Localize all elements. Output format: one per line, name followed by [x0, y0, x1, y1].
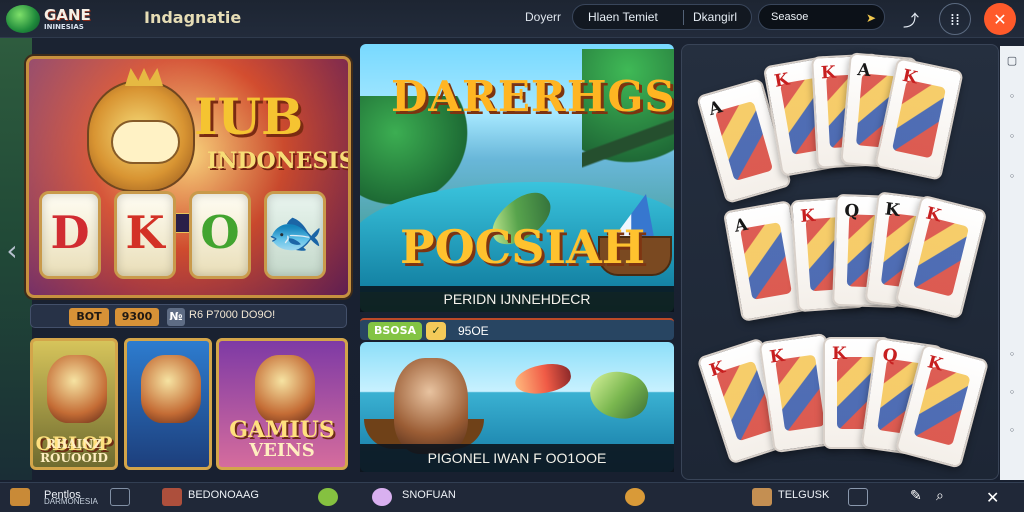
right-mini-sidebar: ▢ ◦ ◦ ◦ ◦ ◦ ◦: [1000, 46, 1024, 480]
profile-icon: [372, 488, 392, 506]
card-label: K: [925, 352, 945, 376]
reel-k-symbol: K: [125, 206, 165, 259]
nav-separator: [683, 10, 684, 25]
logo-badge-icon: [6, 5, 40, 33]
logo-title: GANE: [44, 6, 91, 24]
card-label: K: [768, 345, 786, 368]
previous-arrow-button[interactable]: ‹: [3, 230, 21, 270]
search-value[interactable]: Seasoe: [771, 11, 808, 23]
top-navigation-bar: GANE ININESIAS Indagnatie Doyerr Hlaen T…: [0, 0, 1024, 38]
stat-chip-2: 9300: [115, 308, 159, 326]
square-icon[interactable]: [110, 488, 130, 506]
game-tile-2[interactable]: [124, 338, 212, 470]
slot-stats-bar: BOT 9300 № R6 P7000 DO9O!: [30, 304, 347, 328]
square-icon[interactable]: [848, 488, 868, 506]
sidebar-item-icon[interactable]: ◦: [1005, 90, 1019, 104]
top-link[interactable]: Doyerr: [525, 10, 561, 24]
center-banner-subtitle: POCSIAH: [400, 220, 646, 274]
fish-symbol-icon: 🐟: [267, 206, 324, 259]
game-tile-3[interactable]: GAMIUS VEINS: [216, 338, 348, 470]
more-options-button[interactable]: ⁞⁞: [939, 3, 971, 35]
game-icon: [162, 488, 182, 506]
bottom-item-3[interactable]: SNOFUAN: [402, 489, 456, 501]
brand-text: Indagnatie: [144, 8, 242, 27]
center-banner-title: DARERHGSA: [391, 72, 674, 121]
card-label: K: [707, 357, 728, 382]
game-info-bar: BSOSA ✓ 95OE: [360, 318, 674, 340]
share-button[interactable]: ⤴: [895, 3, 927, 35]
reel-fish: 🐟: [264, 191, 326, 279]
bird-mascot-illustration: [87, 80, 195, 192]
card-label: A: [706, 97, 725, 121]
tile-3-subtitle: VEINS: [249, 440, 315, 461]
reel-d: D: [39, 191, 101, 279]
navigation-pill[interactable]: Hlaen Temiet Dkangirl: [572, 4, 752, 30]
share-icon: ⤴: [902, 11, 919, 30]
fishing-caption: PIGONEL IWAN F OO1OOE: [360, 444, 674, 472]
reel-k: K: [114, 191, 176, 279]
character-avatar-icon: [141, 355, 201, 423]
tile-1-subtitle: RHAINZ ROUOOID: [40, 437, 108, 465]
fisherman-illustration: [394, 358, 468, 454]
close-button[interactable]: ✕: [984, 3, 1016, 35]
center-banner-caption: PERIDN IJNNEHDECR: [360, 286, 674, 312]
info-pill-left: BSOSA: [368, 322, 422, 340]
bottom-toolbar: Pentlos DARMONESIA BEDONOAAG SNOFUAN TEL…: [0, 482, 1024, 512]
card-label: K: [799, 205, 816, 227]
sidebar-item-icon[interactable]: ◦: [1005, 386, 1019, 400]
character-avatar-icon: [47, 355, 107, 423]
card-label: A: [732, 214, 750, 237]
card-label: K: [772, 69, 791, 92]
sidebar-top-icon[interactable]: ▢: [1005, 54, 1019, 68]
search-icon[interactable]: ⌕: [936, 488, 956, 506]
card-label: K: [923, 203, 943, 227]
chevron-left-icon: ‹: [6, 233, 18, 267]
chest-icon: [752, 488, 772, 506]
dots-grid-icon: ⁞⁞: [949, 9, 961, 29]
gold-icon: [625, 488, 645, 506]
green-fish-illustration: [586, 367, 652, 423]
card-label: K: [832, 344, 847, 364]
stat-metric: R6 P7000 DO9O!: [189, 309, 276, 321]
stat-chip-1: BOT: [69, 308, 109, 326]
card-label: Q: [844, 201, 860, 222]
card-label: K: [900, 65, 920, 89]
search-field[interactable]: Seasoe ➤: [758, 4, 885, 30]
cards-panel[interactable]: A K K A K A K Q K K K K K Q K: [681, 44, 999, 480]
stat-chip-3: №: [167, 308, 185, 326]
sidebar-item-icon[interactable]: ◦: [1005, 130, 1019, 144]
fishing-banner[interactable]: DARERHGSA POCSIAH: [360, 44, 674, 312]
sidebar-item-icon[interactable]: ◦: [1005, 170, 1019, 184]
slot-title: IUB: [194, 87, 304, 146]
logo-subtitle: ININESIAS: [44, 23, 84, 31]
featured-slot-panel[interactable]: IUB INDONESIS RISOB D K O 🐟: [26, 56, 351, 298]
reel-o-symbol: O: [200, 206, 240, 259]
game-logo[interactable]: GANE ININESIAS: [6, 3, 130, 35]
sidebar-item-icon[interactable]: ◦: [1005, 424, 1019, 438]
bottom-item-2[interactable]: BEDONOAAG: [188, 489, 259, 501]
slot-subtitle: INDONESIS: [207, 148, 351, 174]
nav-left-label[interactable]: Hlaen Temiet: [588, 10, 658, 24]
bottom-item-1-sub: DARMONESIA: [44, 497, 98, 506]
card-label: Q: [881, 344, 899, 367]
game-tile-1[interactable]: OBLOP RHAINZ ROUOOID: [30, 338, 118, 470]
info-pill-check: ✓: [426, 322, 446, 340]
pen-icon[interactable]: ✎: [910, 488, 930, 506]
card-label: K: [883, 199, 901, 221]
treasure-box-icon: [10, 488, 30, 506]
red-fish-illustration: [512, 360, 574, 398]
character-avatar-icon: [255, 355, 315, 423]
reel-o: O: [189, 191, 251, 279]
sidebar-item-icon[interactable]: ◦: [1005, 348, 1019, 362]
info-pill-right: 95OE: [458, 324, 489, 338]
arrow-right-icon: ➤: [865, 11, 876, 25]
card-label: A: [856, 60, 872, 82]
nav-right-label[interactable]: Dkangirl: [693, 10, 737, 24]
bottom-item-4[interactable]: TELGUSK: [778, 489, 829, 501]
status-icon: [318, 488, 338, 506]
close-icon[interactable]: ✕: [986, 488, 1006, 507]
reel-d-symbol: D: [50, 206, 90, 259]
card-label: K: [820, 62, 837, 84]
close-icon: ✕: [993, 9, 1007, 29]
